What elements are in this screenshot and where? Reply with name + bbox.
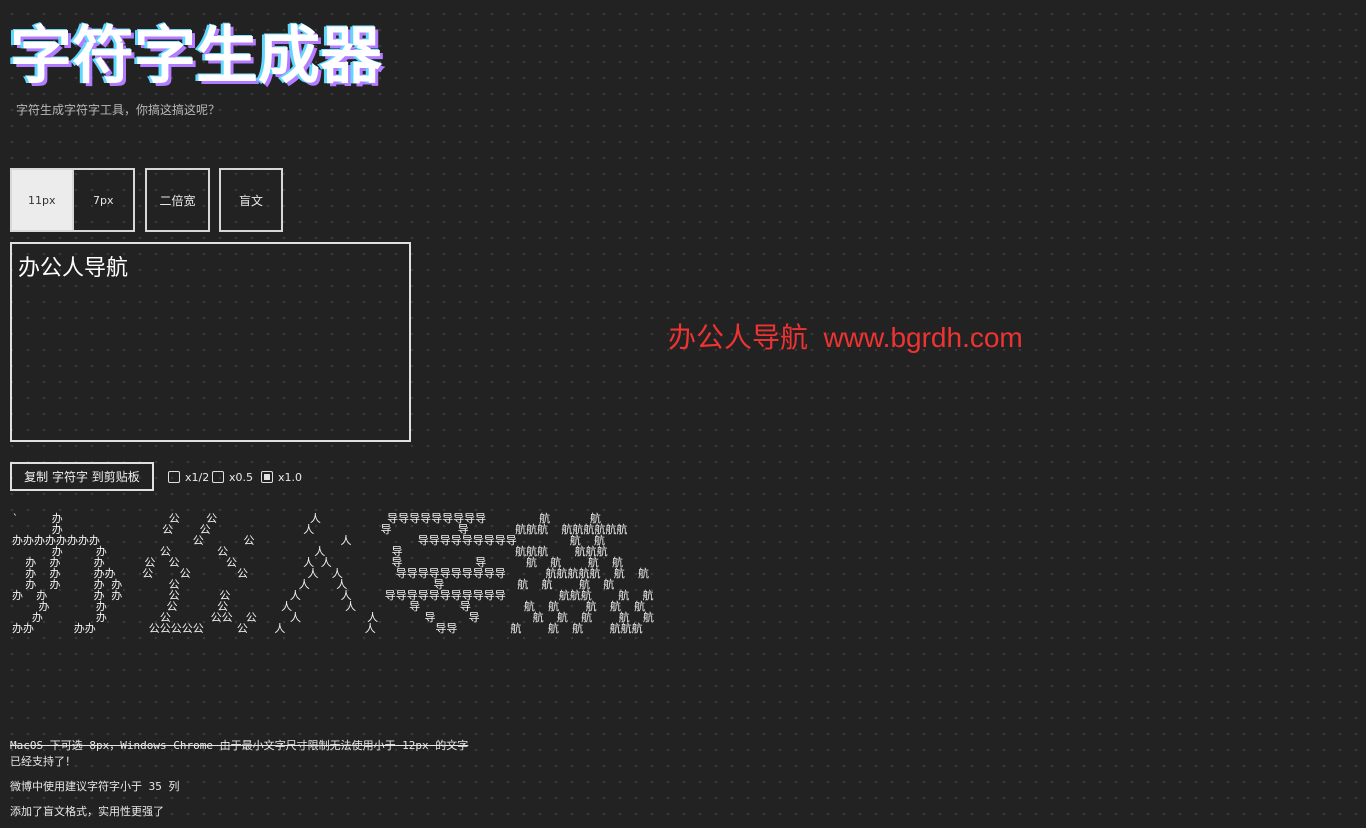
- checkbox-checked-icon: [261, 471, 273, 483]
- ascii-art-output[interactable]: ` 办 公 公 人 导导导导导导导导导 航 航 办 公 公 人 导 导 航航航 …: [12, 513, 654, 634]
- font-size-7px-button[interactable]: 7px: [71, 170, 134, 230]
- app-title: 字符字生成器: [10, 19, 383, 92]
- app-subtitle: 字符生成字符字工具，你搞这搞这呢？: [16, 103, 221, 117]
- checkbox-icon: [168, 471, 180, 483]
- braille-button[interactable]: 盲文: [219, 168, 283, 232]
- scale-option-0-5[interactable]: x0.5: [212, 469, 253, 485]
- font-size-toggle: 11px 7px: [10, 168, 135, 232]
- note-weibo: 微博中使用建议字符字小于 35 列: [10, 780, 180, 793]
- copy-to-clipboard-button[interactable]: 复制 字符字 到剪贴板: [10, 462, 154, 491]
- font-size-11px-button[interactable]: 11px: [12, 170, 72, 230]
- text-input[interactable]: 办公人导航: [10, 242, 411, 442]
- scale-option-label: x1/2: [185, 470, 210, 484]
- note-braille: 添加了盲文格式，实用性更强了: [10, 805, 164, 818]
- double-width-button[interactable]: 二倍宽: [145, 168, 210, 232]
- checkbox-icon: [212, 471, 224, 483]
- scale-option-1-0[interactable]: x1.0: [261, 469, 302, 485]
- scale-option-label: x0.5: [229, 470, 254, 484]
- watermark-text: 办公人导航 www.bgrdh.com: [668, 322, 1023, 353]
- scale-option-label: x1.0: [278, 470, 303, 484]
- scale-option-half[interactable]: x1/2: [168, 469, 209, 485]
- note-deprecated: MacOS 下可选 8px，Windows Chrome 由于最小文字尺寸限制无…: [10, 739, 469, 752]
- note-supported: 已经支持了！: [10, 755, 76, 768]
- notes-section: MacOS 下可选 8px，Windows Chrome 由于最小文字尺寸限制无…: [10, 737, 468, 828]
